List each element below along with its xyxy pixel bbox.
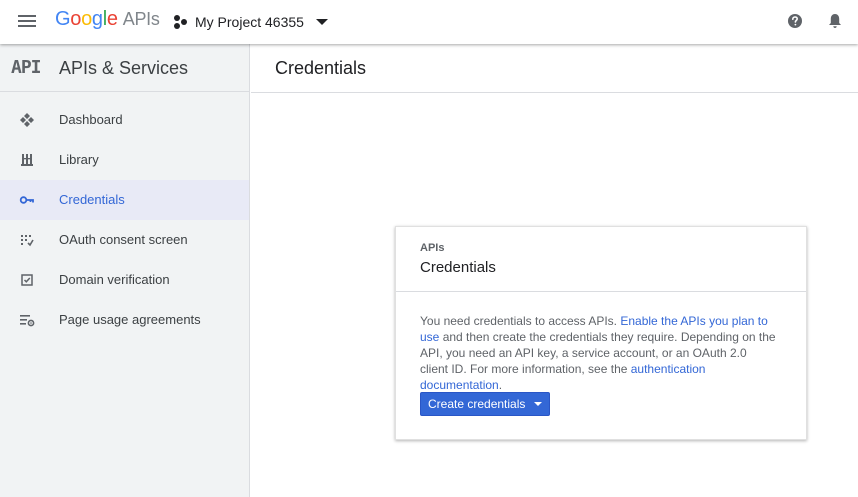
page-header: Credentials [251,44,858,93]
sidebar-item-label: Credentials [59,192,125,207]
sidebar-item-label: Library [59,152,99,167]
sidebar: API APIs & Services Dashboard Library Cr… [0,44,250,497]
sidebar-item-oauth-consent[interactable]: OAuth consent screen [0,220,249,260]
logo-letter: g [91,8,103,30]
sidebar-item-label: Domain verification [59,272,170,287]
project-icon [174,15,187,29]
library-icon [21,154,33,166]
credentials-card: APIs Credentials You need credentials to… [395,226,807,440]
settings-list-icon [20,315,35,327]
card-header: APIs Credentials [396,227,806,292]
logo-letter: o [70,8,82,30]
project-name: My Project 46355 [195,14,304,30]
top-app-bar: Google APIs My Project 46355 [0,0,858,44]
card-title: Credentials [420,259,496,276]
dashboard-icon [20,113,34,127]
chevron-down-icon [315,19,328,25]
logo-letter: e [106,8,118,30]
card-text: . [498,378,503,392]
checkbox-icon [21,274,33,286]
menu-icon[interactable] [14,10,40,34]
sidebar-item-label: Page usage agreements [59,312,201,327]
card-text: and then create the credentials they req… [420,330,776,376]
project-selector[interactable]: My Project 46355 [173,11,328,33]
sidebar-nav: Dashboard Library Credentials OAuth cons… [0,92,249,340]
logo-suffix: APIs [122,9,160,29]
dropdown-arrow-icon [534,402,543,406]
help-icon[interactable] [786,12,804,30]
google-apis-logo[interactable]: Google APIs [55,8,160,34]
api-logo-icon: API [11,57,41,78]
sidebar-item-domain-verification[interactable]: Domain verification [0,260,249,300]
create-credentials-label: Create credentials [428,397,526,411]
card-eyebrow: APIs [420,242,445,254]
sidebar-header: API APIs & Services [0,44,249,92]
notifications-icon[interactable] [826,12,844,30]
sidebar-item-credentials[interactable]: Credentials [0,180,249,220]
card-text: You need credentials to access APIs. [420,314,621,328]
sidebar-item-dashboard[interactable]: Dashboard [0,100,249,140]
logo-letter: o [81,8,92,30]
sidebar-item-page-usage[interactable]: Page usage agreements [0,300,249,340]
sidebar-item-label: Dashboard [59,112,123,127]
page-title: Credentials [275,58,367,78]
key-icon [19,196,34,204]
sidebar-item-label: OAuth consent screen [59,232,188,247]
consent-icon [21,235,34,247]
logo-letter: G [55,8,71,30]
create-credentials-button[interactable]: Create credentials [420,392,550,416]
sidebar-item-library[interactable]: Library [0,140,249,180]
card-description: You need credentials to access APIs. Ena… [420,313,776,393]
sidebar-title[interactable]: APIs & Services [59,58,188,79]
